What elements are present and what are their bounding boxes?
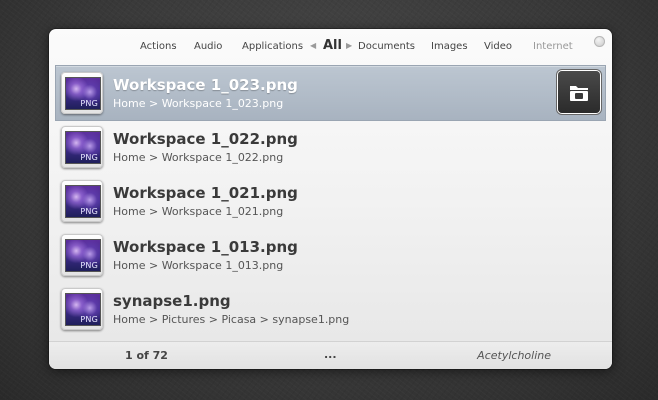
- png-badge: PNG: [80, 315, 98, 324]
- image-thumbnail: PNG: [65, 77, 101, 110]
- results-list: PNG Workspace 1_023.png Home > Workspace…: [56, 66, 605, 336]
- category-all[interactable]: All: [323, 38, 342, 53]
- result-title: Workspace 1_022.png: [113, 130, 298, 148]
- category-video[interactable]: Video: [484, 41, 512, 52]
- result-item[interactable]: PNG synapse1.png Home > Pictures > Picas…: [56, 282, 605, 336]
- result-path: Home > Workspace 1_021.png: [113, 205, 284, 218]
- category-internet[interactable]: Internet: [533, 41, 573, 52]
- category-actions[interactable]: Actions: [140, 41, 177, 52]
- category-bar: Actions Audio Applications ◀ All ▶ Docum…: [49, 29, 612, 63]
- png-file-icon: PNG: [61, 234, 103, 276]
- image-thumbnail: PNG: [65, 293, 101, 326]
- open-folder-icon: [570, 86, 588, 101]
- arrow-right-icon: ▶: [346, 41, 353, 50]
- png-badge: PNG: [80, 207, 98, 216]
- status-footer: 1 of 72 ... Acetylcholine: [49, 341, 612, 369]
- image-thumbnail: PNG: [65, 185, 101, 218]
- result-title: Workspace 1_013.png: [113, 238, 298, 256]
- png-badge: PNG: [80, 153, 98, 162]
- category-audio[interactable]: Audio: [194, 41, 222, 52]
- result-item[interactable]: PNG Workspace 1_013.png Home > Workspace…: [56, 228, 605, 282]
- png-badge: PNG: [80, 99, 98, 108]
- category-applications[interactable]: Applications: [242, 41, 303, 52]
- result-count: 1 of 72: [125, 349, 168, 362]
- result-path: Home > Workspace 1_022.png: [113, 151, 284, 164]
- result-path: Home > Workspace 1_023.png: [113, 97, 284, 110]
- png-badge: PNG: [80, 261, 98, 270]
- result-title: Workspace 1_021.png: [113, 184, 298, 202]
- synapse-launcher-window: Actions Audio Applications ◀ All ▶ Docum…: [49, 29, 612, 369]
- result-title: synapse1.png: [113, 292, 231, 310]
- category-documents[interactable]: Documents: [358, 41, 415, 52]
- more-results-indicator[interactable]: ...: [324, 348, 337, 361]
- result-item[interactable]: PNG Workspace 1_022.png Home > Workspace…: [56, 120, 605, 174]
- result-path: Home > Pictures > Picasa > synapse1.png: [113, 313, 350, 326]
- result-item[interactable]: PNG Workspace 1_021.png Home > Workspace…: [56, 174, 605, 228]
- png-file-icon: PNG: [61, 288, 103, 330]
- close-icon[interactable]: [594, 36, 605, 47]
- result-title: Workspace 1_023.png: [113, 76, 298, 94]
- png-file-icon: PNG: [61, 180, 103, 222]
- open-folder-action-button[interactable]: [558, 71, 600, 113]
- result-path: Home > Workspace 1_013.png: [113, 259, 284, 272]
- theme-name: Acetylcholine: [477, 349, 551, 362]
- image-thumbnail: PNG: [65, 239, 101, 272]
- result-item-selected[interactable]: PNG Workspace 1_023.png Home > Workspace…: [56, 66, 605, 120]
- png-file-icon: PNG: [61, 72, 103, 114]
- image-thumbnail: PNG: [65, 131, 101, 164]
- arrow-left-icon: ◀: [310, 41, 317, 50]
- category-images[interactable]: Images: [431, 41, 468, 52]
- png-file-icon: PNG: [61, 126, 103, 168]
